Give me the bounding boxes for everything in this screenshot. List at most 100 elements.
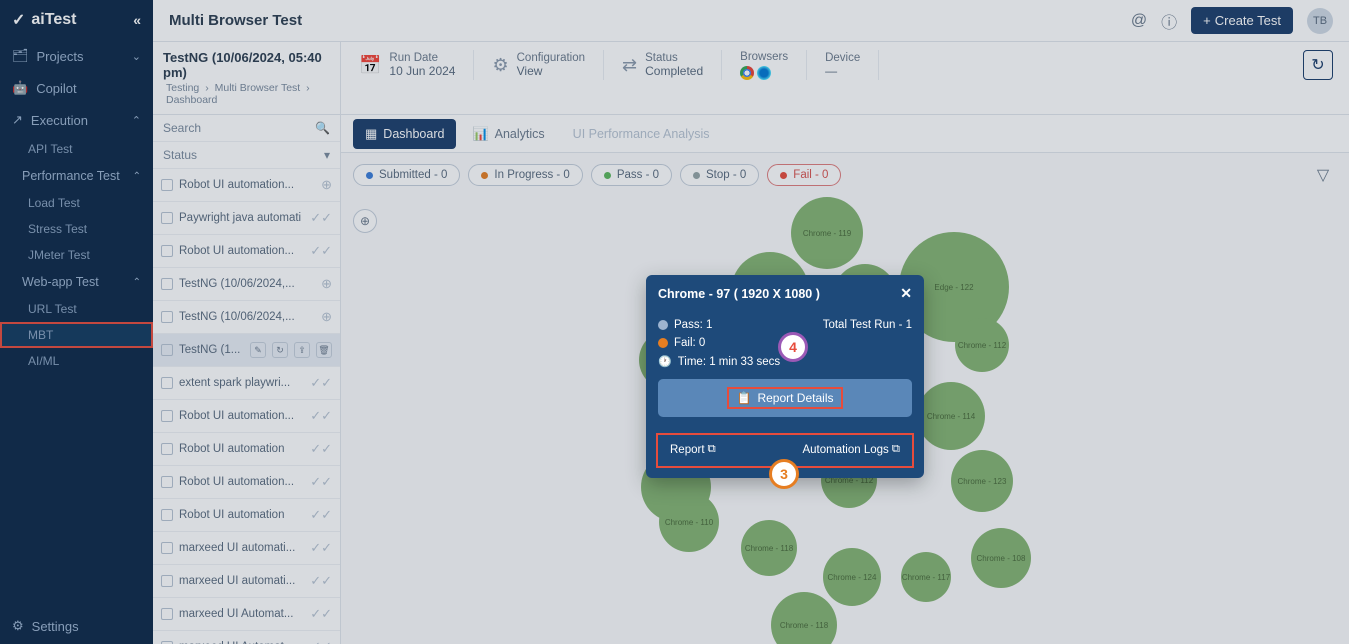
browser-bubble[interactable]: Chrome - 119 — [791, 197, 863, 269]
status-icon: ✓✓ — [310, 639, 332, 644]
pill-inprogress[interactable]: In Progress - 0 — [468, 164, 582, 186]
test-name: Robot UI automation... — [179, 245, 304, 257]
pill-fail[interactable]: Fail - 0 — [767, 164, 841, 186]
automation-logs-link[interactable]: Automation Logs⧉ — [802, 443, 900, 456]
list-item[interactable]: TestNG (10/06/2024,...⊕ — [153, 268, 340, 301]
nav-api-test[interactable]: API Test — [0, 136, 153, 162]
checkbox[interactable] — [161, 245, 173, 257]
dot-icon — [658, 320, 668, 330]
refresh-button[interactable]: ↻ — [1303, 50, 1333, 80]
checkbox[interactable] — [161, 509, 173, 521]
action-icon[interactable]: 🗑 — [316, 342, 332, 358]
checkbox[interactable] — [161, 344, 173, 356]
list-item[interactable]: Robot UI automation...✓✓ — [153, 235, 340, 268]
collapse-icon[interactable]: « — [133, 12, 141, 28]
tab-label: Dashboard — [383, 127, 444, 141]
breadcrumb: Testing › Multi Browser Test › Dashboard — [163, 82, 330, 106]
action-icon[interactable]: ↻ — [272, 342, 288, 358]
checkbox[interactable] — [161, 542, 173, 554]
list-item[interactable]: Robot UI automation...⊕ — [153, 169, 340, 202]
browser-bubble[interactable]: Chrome - 118 — [771, 592, 837, 644]
list-item[interactable]: marxeed UI automati...✓✓ — [153, 532, 340, 565]
list-item[interactable]: Robot UI automation✓✓ — [153, 499, 340, 532]
subheader: TestNG (10/06/2024, 05:40 pm) Testing › … — [153, 42, 1349, 115]
create-test-button[interactable]: + Create Test — [1191, 7, 1293, 34]
checkbox[interactable] — [161, 179, 173, 191]
browser-bubble[interactable]: Chrome - 110 — [659, 492, 719, 552]
gear-icon: ⚙ — [12, 618, 24, 634]
logo-icon: ✓ — [12, 10, 25, 30]
dot-icon — [481, 172, 488, 179]
pill-submitted[interactable]: Submitted - 0 — [353, 164, 460, 186]
list-item[interactable]: TestNG (1...✎↻⇪🗑 — [153, 334, 340, 367]
checkbox[interactable] — [161, 410, 173, 422]
locate-icon[interactable]: ⊕ — [353, 209, 377, 233]
nav-mbt[interactable]: MBT — [0, 322, 153, 348]
nav-jmeter-test[interactable]: JMeter Test — [0, 242, 153, 268]
clock-icon: 🕐 — [658, 355, 672, 368]
nav-stress-test[interactable]: Stress Test — [0, 216, 153, 242]
nav-settings[interactable]: ⚙ Settings — [0, 608, 153, 644]
list-item[interactable]: extent spark playwri...✓✓ — [153, 367, 340, 400]
report-details-button[interactable]: 📋Report Details — [658, 379, 912, 417]
report-link[interactable]: Report⧉ — [670, 443, 716, 456]
browser-bubble[interactable]: Chrome - 114 — [917, 382, 985, 450]
list-item[interactable]: Robot UI automation...✓✓ — [153, 400, 340, 433]
nav-load-test[interactable]: Load Test — [0, 190, 153, 216]
browser-bubble[interactable]: Chrome - 108 — [971, 528, 1031, 588]
meta-config[interactable]: ⚙ ConfigurationView — [474, 50, 604, 80]
action-icon[interactable]: ⇪ — [294, 342, 310, 358]
checkbox[interactable] — [161, 608, 173, 620]
avatar[interactable]: TB — [1307, 8, 1333, 34]
link-label: Report — [670, 444, 705, 456]
tab-label: Analytics — [495, 127, 545, 141]
crumb-item[interactable]: Multi Browser Test — [215, 82, 301, 94]
nav-aiml[interactable]: AI/ML — [0, 348, 153, 374]
status-icon: ✓✓ — [310, 210, 332, 226]
search-input[interactable]: Search 🔍 — [153, 115, 340, 142]
crumb-item[interactable]: Testing — [166, 82, 199, 94]
checkbox[interactable] — [161, 278, 173, 290]
browser-bubble[interactable]: Chrome - 112 — [955, 318, 1009, 372]
info-icon[interactable]: ⓘ — [1161, 9, 1177, 33]
status-filter[interactable]: Status ▾ — [153, 142, 340, 169]
callout-3: 3 — [769, 459, 799, 489]
list-item[interactable]: marxeed UI automati...✓✓ — [153, 565, 340, 598]
checkbox[interactable] — [161, 377, 173, 389]
at-icon[interactable]: @ — [1131, 12, 1147, 30]
browser-bubble[interactable]: Chrome - 118 — [741, 520, 797, 576]
close-icon[interactable]: ✕ — [900, 285, 912, 302]
nav-projects[interactable]: 🗂 Projects ⌄ — [0, 40, 153, 72]
tab-dashboard[interactable]: ▦Dashboard — [353, 119, 456, 149]
checkbox[interactable] — [161, 443, 173, 455]
meta-label: Configuration — [517, 52, 585, 64]
checkbox[interactable] — [161, 212, 173, 224]
list-item[interactable]: Robot UI automation✓✓ — [153, 433, 340, 466]
browser-bubble[interactable]: Chrome - 123 — [951, 450, 1013, 512]
list-item[interactable]: Paywright java automati✓✓ — [153, 202, 340, 235]
action-icon[interactable]: ✎ — [250, 342, 266, 358]
list-item[interactable]: marxeed UI Automat...✓✓ — [153, 631, 340, 644]
checkbox[interactable] — [161, 575, 173, 587]
checkbox[interactable] — [161, 311, 173, 323]
create-label: Create Test — [1215, 13, 1281, 28]
list-item[interactable]: TestNG (10/06/2024,...⊕ — [153, 301, 340, 334]
browser-bubble[interactable]: Chrome - 117 — [901, 552, 951, 602]
list-item[interactable]: Robot UI automation...✓✓ — [153, 466, 340, 499]
filter-icon[interactable]: ▽ — [1309, 161, 1337, 189]
pill-stop[interactable]: Stop - 0 — [680, 164, 759, 186]
browser-bubble[interactable]: Chrome - 124 — [823, 548, 881, 606]
nav-webapp-test[interactable]: Web-app Test ⌃ — [0, 268, 153, 296]
nav-perf-test[interactable]: Performance Test ⌃ — [0, 162, 153, 190]
status-icon: ✓✓ — [310, 573, 332, 589]
meta-value: — — [825, 64, 860, 78]
tab-ui-perf[interactable]: UI Performance Analysis — [561, 120, 722, 148]
tab-analytics[interactable]: 📊Analytics — [460, 119, 556, 149]
list-item[interactable]: marxeed UI Automat...✓✓ — [153, 598, 340, 631]
nav-copilot[interactable]: 🤖 Copilot — [0, 72, 153, 104]
checkbox[interactable] — [161, 476, 173, 488]
pill-pass[interactable]: Pass - 0 — [591, 164, 672, 186]
nav-execution[interactable]: ↗ Execution ⌃ — [0, 104, 153, 136]
execution-icon: ↗ — [12, 112, 23, 128]
nav-url-test[interactable]: URL Test — [0, 296, 153, 322]
